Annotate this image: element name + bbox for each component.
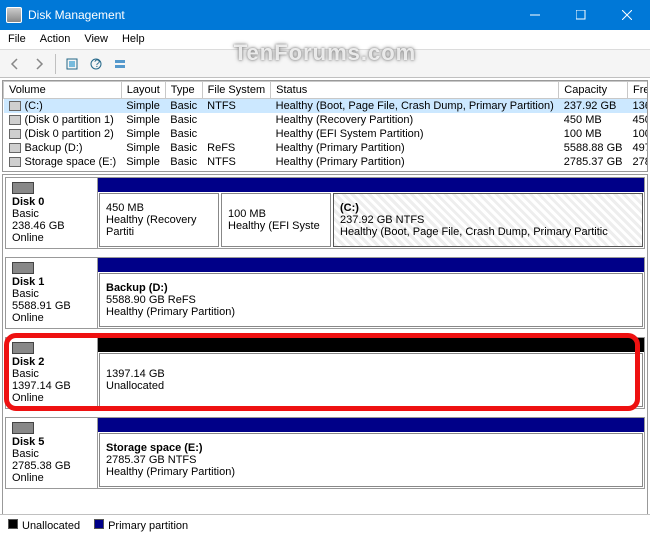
refresh-button[interactable] xyxy=(61,53,83,75)
maximize-button[interactable] xyxy=(558,0,604,30)
window-title: Disk Management xyxy=(28,8,512,22)
col-layout[interactable]: Layout xyxy=(121,82,165,99)
disk-color-bar xyxy=(98,338,644,352)
menu-file[interactable]: File xyxy=(8,33,26,46)
volume-table: Volume Layout Type File System Status Ca… xyxy=(3,81,648,169)
content-area: Volume Layout Type File System Status Ca… xyxy=(0,78,650,514)
minimize-button[interactable] xyxy=(512,0,558,30)
disk-icon xyxy=(12,262,34,274)
partition[interactable]: 100 MBHealthy (EFI Syste xyxy=(221,193,331,247)
col-capacity[interactable]: Capacity xyxy=(559,82,628,99)
partition[interactable]: (C:)237.92 GB NTFSHealthy (Boot, Page Fi… xyxy=(333,193,643,247)
legend-unallocated: Unallocated xyxy=(8,519,80,532)
disk-icon xyxy=(12,182,34,194)
volume-list[interactable]: Volume Layout Type File System Status Ca… xyxy=(2,80,648,172)
disk-color-bar xyxy=(98,178,644,192)
disk-partitions: 450 MBHealthy (Recovery Partiti100 MBHea… xyxy=(98,178,644,248)
partition[interactable]: 1397.14 GBUnallocated xyxy=(99,353,643,407)
toolbar: ? xyxy=(0,50,650,78)
disk-partitions: 1397.14 GBUnallocated xyxy=(98,338,644,408)
disk-label: Disk 5Basic2785.38 GBOnline xyxy=(6,418,98,488)
back-button[interactable] xyxy=(4,53,26,75)
partition[interactable]: Backup (D:)5588.90 GB ReFSHealthy (Prima… xyxy=(99,273,643,327)
disk-row[interactable]: Disk 2Basic1397.14 GBOnline1397.14 GBUna… xyxy=(5,337,645,409)
volume-icon xyxy=(9,129,21,139)
col-fs[interactable]: File System xyxy=(202,82,270,99)
disk-row[interactable]: Disk 1Basic5588.91 GBOnlineBackup (D:)55… xyxy=(5,257,645,329)
app-icon xyxy=(6,7,22,23)
legend: Unallocated Primary partition xyxy=(0,514,650,536)
col-type[interactable]: Type xyxy=(165,82,202,99)
volume-icon xyxy=(9,115,21,125)
toolbar-separator xyxy=(55,54,56,74)
help-button[interactable]: ? xyxy=(85,53,107,75)
disk-row[interactable]: Disk 5Basic2785.38 GBOnlineStorage space… xyxy=(5,417,645,489)
view-button[interactable] xyxy=(109,53,131,75)
disk-color-bar xyxy=(98,258,644,272)
partition[interactable]: Storage space (E:)2785.37 GB NTFSHealthy… xyxy=(99,433,643,487)
disk-icon xyxy=(12,422,34,434)
menu-view[interactable]: View xyxy=(84,33,108,46)
volume-icon xyxy=(9,157,21,167)
menu-help[interactable]: Help xyxy=(122,33,145,46)
swatch-black-icon xyxy=(8,519,18,529)
disk-icon xyxy=(12,342,34,354)
disk-row[interactable]: Disk 0Basic238.46 GBOnline450 MBHealthy … xyxy=(5,177,645,249)
disk-partitions: Backup (D:)5588.90 GB ReFSHealthy (Prima… xyxy=(98,258,644,328)
forward-button[interactable] xyxy=(28,53,50,75)
table-row[interactable]: (Disk 0 partition 2)SimpleBasicHealthy (… xyxy=(4,127,649,141)
table-row[interactable]: Backup (D:)SimpleBasicReFSHealthy (Prima… xyxy=(4,141,649,155)
volume-icon xyxy=(9,101,21,111)
menu-bar: File Action View Help xyxy=(0,30,650,50)
volume-icon xyxy=(9,143,21,153)
table-row[interactable]: (C:)SimpleBasicNTFSHealthy (Boot, Page F… xyxy=(4,99,649,114)
disk-label: Disk 1Basic5588.91 GBOnline xyxy=(6,258,98,328)
disk-label: Disk 2Basic1397.14 GBOnline xyxy=(6,338,98,408)
disk-label: Disk 0Basic238.46 GBOnline xyxy=(6,178,98,248)
col-free[interactable]: Free Space xyxy=(628,82,649,99)
col-status[interactable]: Status xyxy=(271,82,559,99)
table-row[interactable]: Storage space (E:)SimpleBasicNTFSHealthy… xyxy=(4,155,649,169)
close-button[interactable] xyxy=(604,0,650,30)
disk-color-bar xyxy=(98,418,644,432)
swatch-blue-icon xyxy=(94,519,104,529)
disk-partitions: Storage space (E:)2785.37 GB NTFSHealthy… xyxy=(98,418,644,488)
disk-graphical-view[interactable]: Disk 0Basic238.46 GBOnline450 MBHealthy … xyxy=(2,174,648,514)
partition[interactable]: 450 MBHealthy (Recovery Partiti xyxy=(99,193,219,247)
svg-text:?: ? xyxy=(94,58,100,70)
col-volume[interactable]: Volume xyxy=(4,82,122,99)
titlebar: Disk Management xyxy=(0,0,650,30)
table-row[interactable]: (Disk 0 partition 1)SimpleBasicHealthy (… xyxy=(4,113,649,127)
legend-primary: Primary partition xyxy=(94,519,188,532)
menu-action[interactable]: Action xyxy=(40,33,71,46)
